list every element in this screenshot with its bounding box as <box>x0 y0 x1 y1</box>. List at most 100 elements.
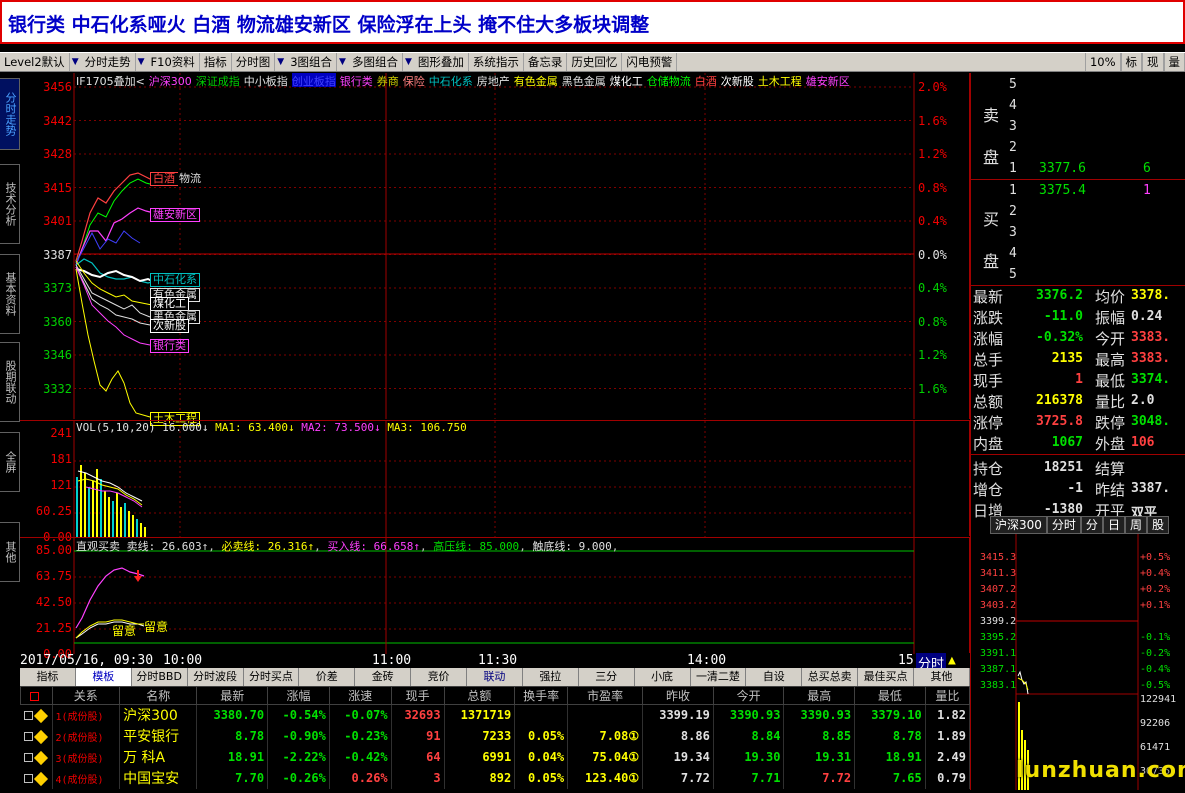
indicator-tab-15[interactable]: 最佳买点 <box>858 668 914 686</box>
row-select[interactable] <box>21 726 53 747</box>
indicator-tab-14[interactable]: 总买总卖 <box>802 668 858 686</box>
indicator-tab-16[interactable]: 其他 <box>914 668 970 686</box>
cell-name[interactable]: 沪深300 <box>120 705 197 726</box>
toolbar-item-8[interactable]: 系统指示 <box>469 53 524 71</box>
row-select[interactable] <box>21 768 53 789</box>
side-tab-0[interactable]: 分时走势 <box>0 78 20 150</box>
overlay-prefix[interactable]: IF1705叠加< <box>76 73 145 87</box>
col-header-9[interactable]: 昨收 <box>643 687 714 705</box>
toolbar-right-3[interactable]: 量 <box>1164 53 1185 71</box>
overlay-index-9[interactable]: 有色金属 <box>514 73 558 87</box>
indicator-tab-4[interactable]: 分时买点 <box>244 668 300 686</box>
side-tab-5[interactable]: 其他 <box>0 522 20 582</box>
mini-tab-3[interactable]: 日 <box>1103 516 1125 534</box>
cell-name[interactable]: 平安银行 <box>120 726 197 747</box>
overlay-index-8[interactable]: 房地产 <box>477 73 510 87</box>
col-header-7[interactable]: 换手率 <box>515 687 568 705</box>
toolbar-item-0[interactable]: Level2默认 <box>0 53 70 71</box>
checkbox-icon[interactable] <box>24 753 33 762</box>
col-header-13[interactable]: 量比 <box>925 687 969 705</box>
side-tab-4[interactable]: 全屏 <box>0 432 20 492</box>
select-all-header[interactable] <box>21 687 53 705</box>
overlay-index-13[interactable]: 白酒 <box>695 73 717 87</box>
mini-tab-1[interactable]: 分时 <box>1047 516 1081 534</box>
cell-name[interactable]: 万 科A <box>120 747 197 768</box>
side-tab-2[interactable]: 基本资料 <box>0 254 20 334</box>
col-header-2[interactable]: 最新 <box>197 687 268 705</box>
mini-tab-5[interactable]: 股 <box>1147 516 1169 534</box>
row-select[interactable] <box>21 705 53 726</box>
checkbox-icon[interactable] <box>24 732 33 741</box>
toolbar-right-0[interactable]: 10% <box>1085 53 1121 71</box>
col-header-0[interactable]: 关系 <box>52 687 120 705</box>
toolbar-right-2[interactable]: 现 <box>1142 53 1164 71</box>
cell-name[interactable]: 中国宝安 <box>120 768 197 789</box>
indicator-tab-12[interactable]: 一清二楚 <box>691 668 747 686</box>
indicator-tab-8[interactable]: 联动 <box>467 668 523 686</box>
side-tab-3[interactable]: 股期联动 <box>0 342 20 422</box>
side-tab-1[interactable]: 技术分析 <box>0 164 20 244</box>
toolbar-item-3[interactable]: 指标 <box>200 53 232 71</box>
overlay-index-6[interactable]: 保险 <box>403 73 425 87</box>
col-header-6[interactable]: 总额 <box>444 687 515 705</box>
overlay-index-7[interactable]: 中石化系 <box>429 73 473 87</box>
overlay-index-3[interactable]: 创业板指 <box>292 73 336 87</box>
dropdown-arrow-icon[interactable]: ▼ <box>337 57 348 67</box>
toolbar-item-7[interactable]: 图形叠加 <box>414 53 469 71</box>
table-row[interactable]: 4(成份股)中国宝安7.70-0.26%0.26%38920.05%123.40… <box>21 768 970 789</box>
indicator-tab-11[interactable]: 小底 <box>635 668 691 686</box>
checkbox-icon[interactable] <box>24 711 33 720</box>
toolbar-item-6[interactable]: 多图组合 <box>348 53 403 71</box>
toolbar-item-5[interactable]: 3图组合 <box>286 53 337 71</box>
mini-tab-4[interactable]: 周 <box>1125 516 1147 534</box>
col-header-1[interactable]: 名称 <box>120 687 197 705</box>
dropdown-arrow-icon[interactable]: ▼ <box>275 57 286 67</box>
mini-tab-0[interactable]: 沪深300 <box>990 516 1047 534</box>
table-row[interactable]: 3(成份股)万 科A18.91-2.22%-0.42%6469910.04%75… <box>21 747 970 768</box>
mini-tab-2[interactable]: 分 <box>1081 516 1103 534</box>
indicator-tab-10[interactable]: 三分 <box>579 668 635 686</box>
table-row[interactable]: 2(成份股)平安银行8.78-0.90%-0.23%9172330.05%7.0… <box>21 726 970 747</box>
col-header-12[interactable]: 最低 <box>855 687 926 705</box>
indicator-tab-5[interactable]: 价差 <box>299 668 355 686</box>
col-header-4[interactable]: 涨速 <box>329 687 391 705</box>
col-header-10[interactable]: 今开 <box>713 687 784 705</box>
overlay-index-12[interactable]: 仓储物流 <box>647 73 691 87</box>
indicator-tab-6[interactable]: 金砖 <box>355 668 411 686</box>
overlay-index-2[interactable]: 中小板指 <box>244 73 288 87</box>
up-arrow-icon[interactable]: ▲ <box>948 653 956 668</box>
indicator-tab-0[interactable]: 指标 <box>20 668 76 686</box>
toolbar-item-9[interactable]: 备忘录 <box>524 53 568 71</box>
toolbar-item-1[interactable]: 分时走势 <box>81 53 136 71</box>
toolbar-right-1[interactable]: 标 <box>1121 53 1143 71</box>
row-select[interactable] <box>21 747 53 768</box>
indicator-tab-2[interactable]: 分时BBD <box>132 668 188 686</box>
toolbar-item-10[interactable]: 历史回忆 <box>567 53 622 71</box>
overlay-index-5[interactable]: 券商 <box>377 73 399 87</box>
col-header-11[interactable]: 最高 <box>784 687 855 705</box>
col-header-3[interactable]: 涨幅 <box>268 687 330 705</box>
col-header-8[interactable]: 市盈率 <box>568 687 643 705</box>
overlay-index-11[interactable]: 煤化工 <box>610 73 643 87</box>
dropdown-arrow-icon[interactable]: ▼ <box>403 57 414 67</box>
toolbar-item-11[interactable]: 闪电预警 <box>622 53 677 71</box>
overlay-index-15[interactable]: 土木工程 <box>758 73 802 87</box>
overlay-index-16[interactable]: 雄安新区 <box>806 73 850 87</box>
indicator-tab-9[interactable]: 强拉 <box>523 668 579 686</box>
overlay-index-10[interactable]: 黑色金属 <box>562 73 606 87</box>
overlay-index-4[interactable]: 银行类 <box>340 73 373 87</box>
checkbox-icon[interactable] <box>24 774 33 783</box>
indicator-tab-1[interactable]: 模板 <box>76 668 132 686</box>
overlay-index-1[interactable]: 深证成指 <box>196 73 240 87</box>
overlay-index-0[interactable]: 沪深300 <box>149 73 192 87</box>
indicator-tab-3[interactable]: 分时波段 <box>188 668 244 686</box>
dropdown-arrow-icon[interactable]: ▼ <box>136 57 147 67</box>
table-row[interactable]: 1(成份股)沪深3003380.70-0.54%-0.07%3269313717… <box>21 705 970 726</box>
indicator-tab-7[interactable]: 竞价 <box>411 668 467 686</box>
dropdown-arrow-icon[interactable]: ▼ <box>70 57 81 67</box>
toolbar-item-2[interactable]: F10资料 <box>147 53 200 71</box>
indicator-tab-13[interactable]: 自设 <box>746 668 802 686</box>
overlay-index-14[interactable]: 次新股 <box>721 73 754 87</box>
checkbox-icon[interactable] <box>30 692 39 701</box>
toolbar-item-4[interactable]: 分时图 <box>232 53 276 71</box>
